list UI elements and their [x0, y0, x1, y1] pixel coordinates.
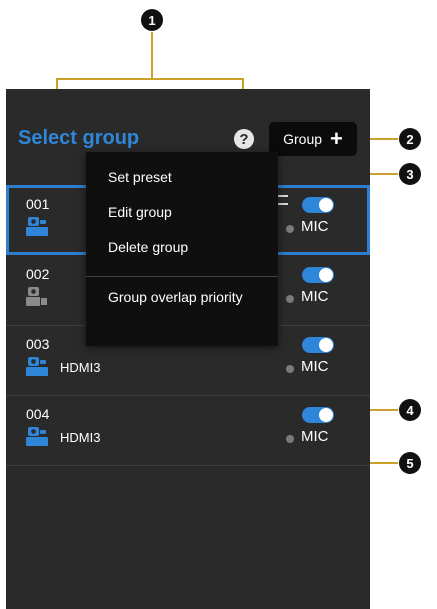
mic-label: MIC: [301, 428, 329, 445]
callout-2-badge: 2: [399, 128, 421, 150]
group-source: HDMI3: [60, 430, 101, 445]
menu-item-group-overlap-priority[interactable]: Group overlap priority: [86, 280, 278, 314]
group-enable-toggle[interactable]: [302, 337, 334, 353]
group-enable-toggle[interactable]: [302, 197, 334, 213]
group-item-004[interactable]: 004 HDMI3 MIC: [6, 395, 370, 466]
mic-status-dot: [286, 225, 294, 233]
group-enable-toggle[interactable]: [302, 267, 334, 283]
mic-status-dot: [286, 295, 294, 303]
group-id: 001: [26, 196, 50, 212]
menu-item-delete-group[interactable]: Delete group: [86, 230, 278, 264]
callout-4-badge: 4: [399, 399, 421, 421]
group-source: HDMI3: [60, 360, 101, 375]
camera-hdmi-icon: [26, 217, 48, 236]
menu-divider: [86, 276, 278, 277]
camera-hdmi-icon: [26, 427, 48, 446]
group-id: 004: [26, 406, 50, 422]
menu-item-edit-group[interactable]: Edit group: [86, 195, 278, 229]
callout-3-badge: 3: [399, 163, 421, 185]
mic-status-dot: [286, 365, 294, 373]
help-icon[interactable]: ?: [234, 129, 254, 149]
group-id: 002: [26, 266, 50, 282]
callout-5-badge: 5: [399, 452, 421, 474]
callout-1-badge: 1: [141, 9, 163, 31]
mic-label: MIC: [301, 358, 329, 375]
group-enable-toggle[interactable]: [302, 407, 334, 423]
mic-label: MIC: [301, 218, 329, 235]
callout-line-1-vertical: [151, 32, 153, 80]
camera-ip-icon: [26, 287, 47, 306]
add-group-button-label: Group: [283, 131, 323, 147]
group-context-menu: Set preset Edit group Delete group Group…: [86, 152, 278, 346]
menu-item-set-preset[interactable]: Set preset: [86, 160, 278, 194]
mic-label: MIC: [301, 288, 329, 305]
plus-icon: +: [330, 126, 343, 151]
camera-hdmi-icon: [26, 357, 48, 376]
callout-line-1-horizontal: [56, 78, 244, 80]
page-title: Select group: [18, 127, 140, 149]
add-group-button[interactable]: Group +: [269, 122, 357, 156]
mic-status-dot: [286, 435, 294, 443]
group-id: 003: [26, 336, 50, 352]
